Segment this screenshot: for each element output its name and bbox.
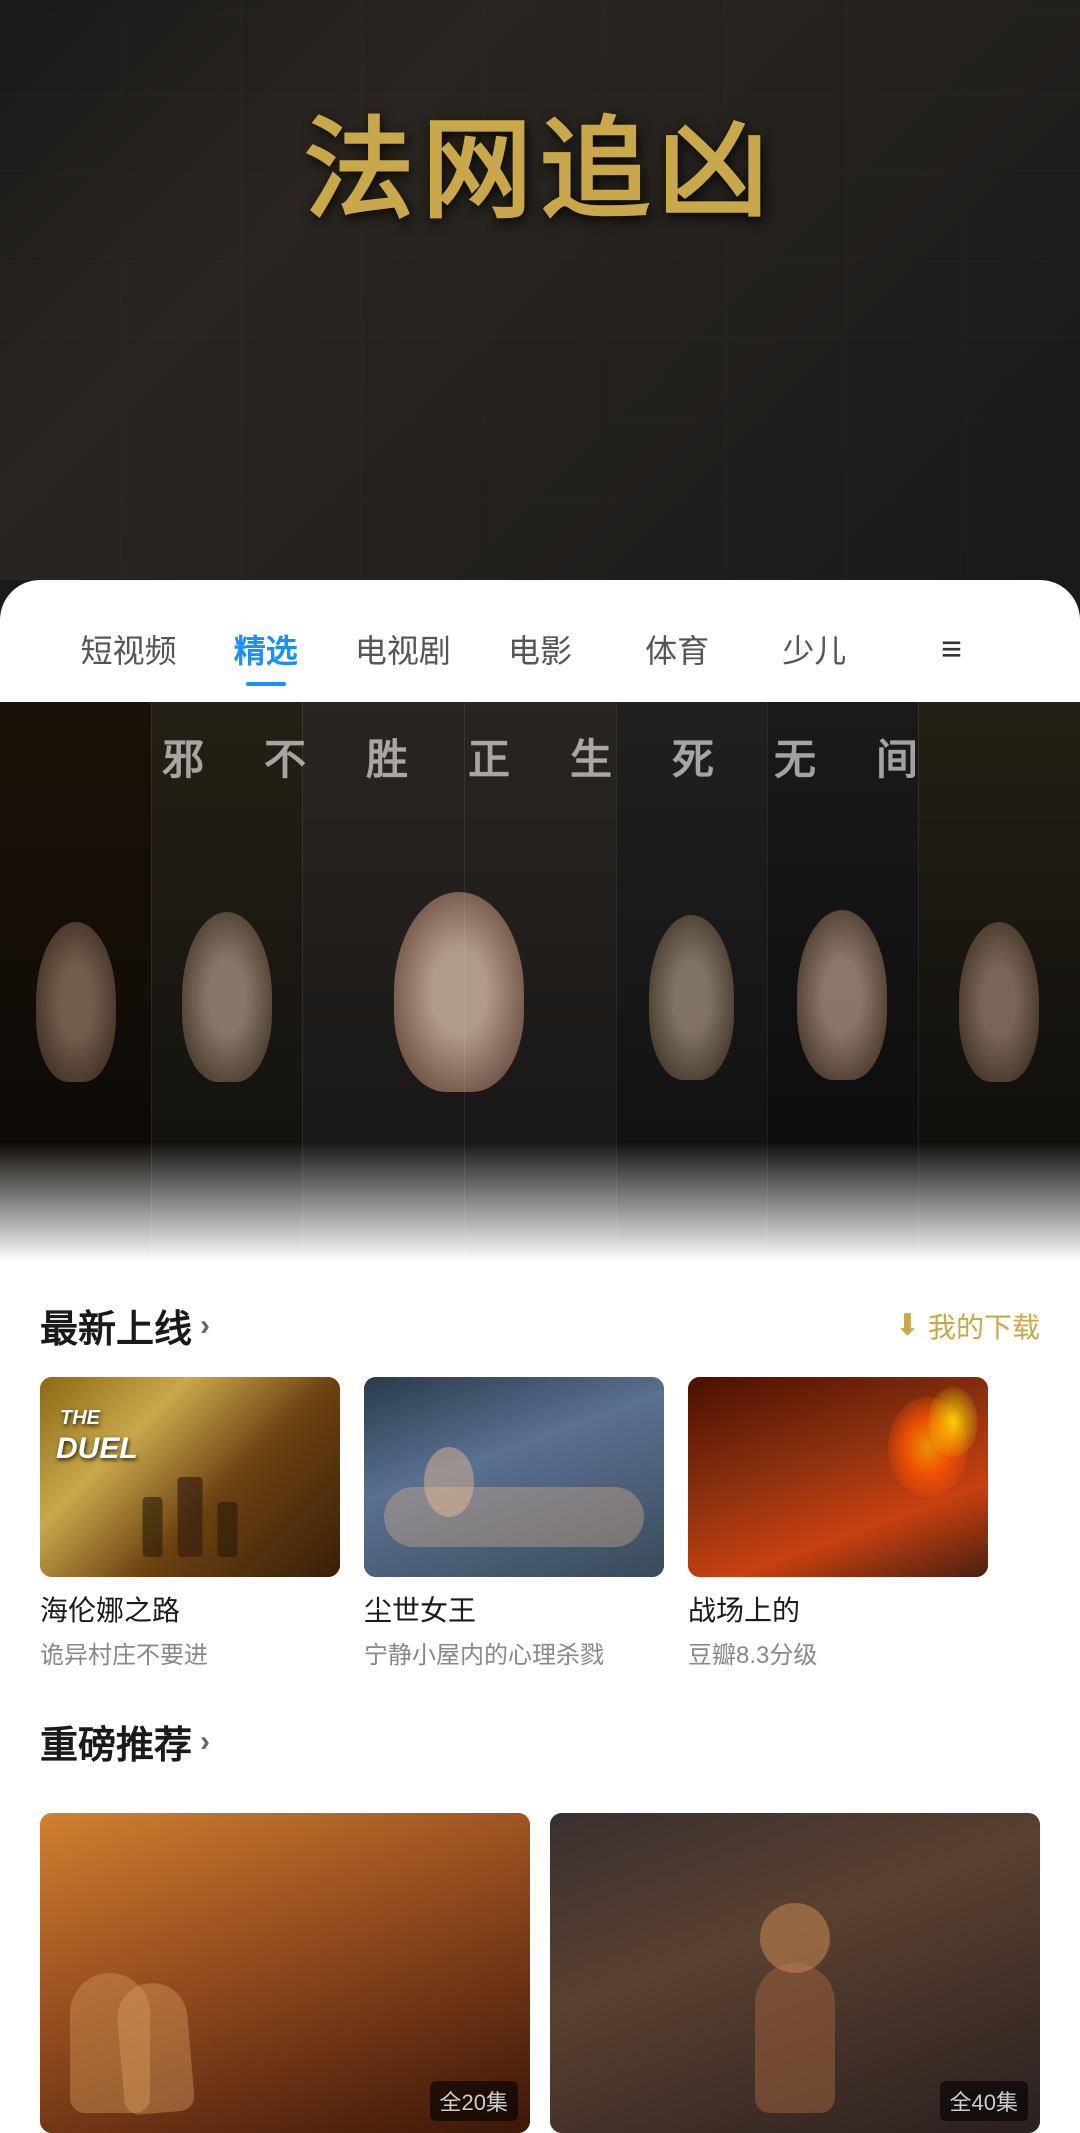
latest-arrow: ›: [200, 1309, 210, 1343]
rec-badge-2: 全40集: [940, 2081, 1028, 2121]
media-title-1: 海伦娜之路: [40, 1589, 340, 1629]
recommend-grid: 全20集 爱的代价 全40集 江湖正道·斗顽匪: [40, 1813, 1040, 2133]
content-area: 最新上线 › ⬇ 我的下载 THE DUEL: [0, 1262, 1080, 2133]
tab-short[interactable]: 短视频: [60, 616, 197, 682]
tab-kids[interactable]: 少儿: [746, 616, 883, 682]
banner-char-4: 正: [468, 726, 510, 787]
recommend-arrow: ›: [200, 1725, 210, 1759]
rec-badge-1: 全20集: [430, 2081, 518, 2121]
tab-sports[interactable]: 体育: [609, 616, 746, 682]
latest-section-header: 最新上线 › ⬇ 我的下载: [0, 1262, 1080, 1377]
media-title-2: 尘世女王: [364, 1589, 664, 1629]
media-subtitle-2: 宁静小屋内的心理杀戮: [364, 1635, 664, 1670]
media-subtitle-1: 诡异村庄不要进: [40, 1635, 340, 1670]
thumb-2: [364, 1377, 664, 1577]
recommend-card-2[interactable]: 全40集 江湖正道·斗顽匪: [550, 1813, 1040, 2133]
banner-char-6: 死: [672, 726, 714, 787]
drama-overlay-text: 邪 不 胜 正 生 死 无 间: [0, 726, 1080, 787]
media-card-2[interactable]: 尘世女王 宁静小屋内的心理杀戮: [364, 1377, 664, 1670]
nav-tabs: 短视频 精选 电视剧 电影 体育 少儿 ≡: [0, 580, 1080, 702]
banner-char-5: 生: [570, 726, 612, 787]
banner-fade: [0, 1142, 1080, 1262]
hero-title: 法网追凶: [304, 80, 776, 240]
banner-char-1: 邪: [162, 726, 204, 787]
banner-char-3: 胜: [366, 726, 408, 787]
latest-scroll-row[interactable]: THE DUEL 海伦娜之路 诡异村庄不要进 尘世女王 宁静小屋内的心理杀戮: [0, 1377, 1080, 1690]
media-subtitle-3: 豆瓣8.3分级: [688, 1635, 988, 1670]
banner-char-7: 无: [774, 726, 816, 787]
download-btn[interactable]: ⬇ 我的下载: [895, 1306, 1040, 1346]
tab-featured[interactable]: 精选: [197, 616, 334, 682]
media-title-3: 战场上的: [688, 1589, 988, 1629]
download-icon: ⬇: [895, 1308, 920, 1343]
media-card-3[interactable]: 战场上的 豆瓣8.3分级: [688, 1377, 988, 1670]
recommend-section: 重磅推荐 › 全20集 爱的代价: [0, 1690, 1080, 2133]
tab-tv[interactable]: 电视剧: [334, 616, 471, 682]
recommend-header: 重磅推荐 ›: [40, 1690, 1040, 1793]
tab-movie[interactable]: 电影: [471, 616, 608, 682]
menu-icon[interactable]: ≡: [883, 618, 1020, 680]
drama-banner[interactable]: 邪 不 胜 正 生 死 无 间: [0, 702, 1080, 1262]
hero-section: 法网追凶: [0, 0, 1080, 580]
nav-card: 短视频 精选 电视剧 电影 体育 少儿 ≡: [0, 580, 1080, 702]
thumb-3: [688, 1377, 988, 1577]
media-card-1[interactable]: THE DUEL 海伦娜之路 诡异村庄不要进: [40, 1377, 340, 1670]
banner-char-8: 间: [876, 726, 918, 787]
latest-title[interactable]: 最新上线 ›: [40, 1298, 210, 1353]
thumb-1: THE DUEL: [40, 1377, 340, 1577]
recommend-title[interactable]: 重磅推荐 ›: [40, 1714, 210, 1769]
banner-char-2: 不: [264, 726, 306, 787]
recommend-card-1[interactable]: 全20集 爱的代价: [40, 1813, 530, 2133]
